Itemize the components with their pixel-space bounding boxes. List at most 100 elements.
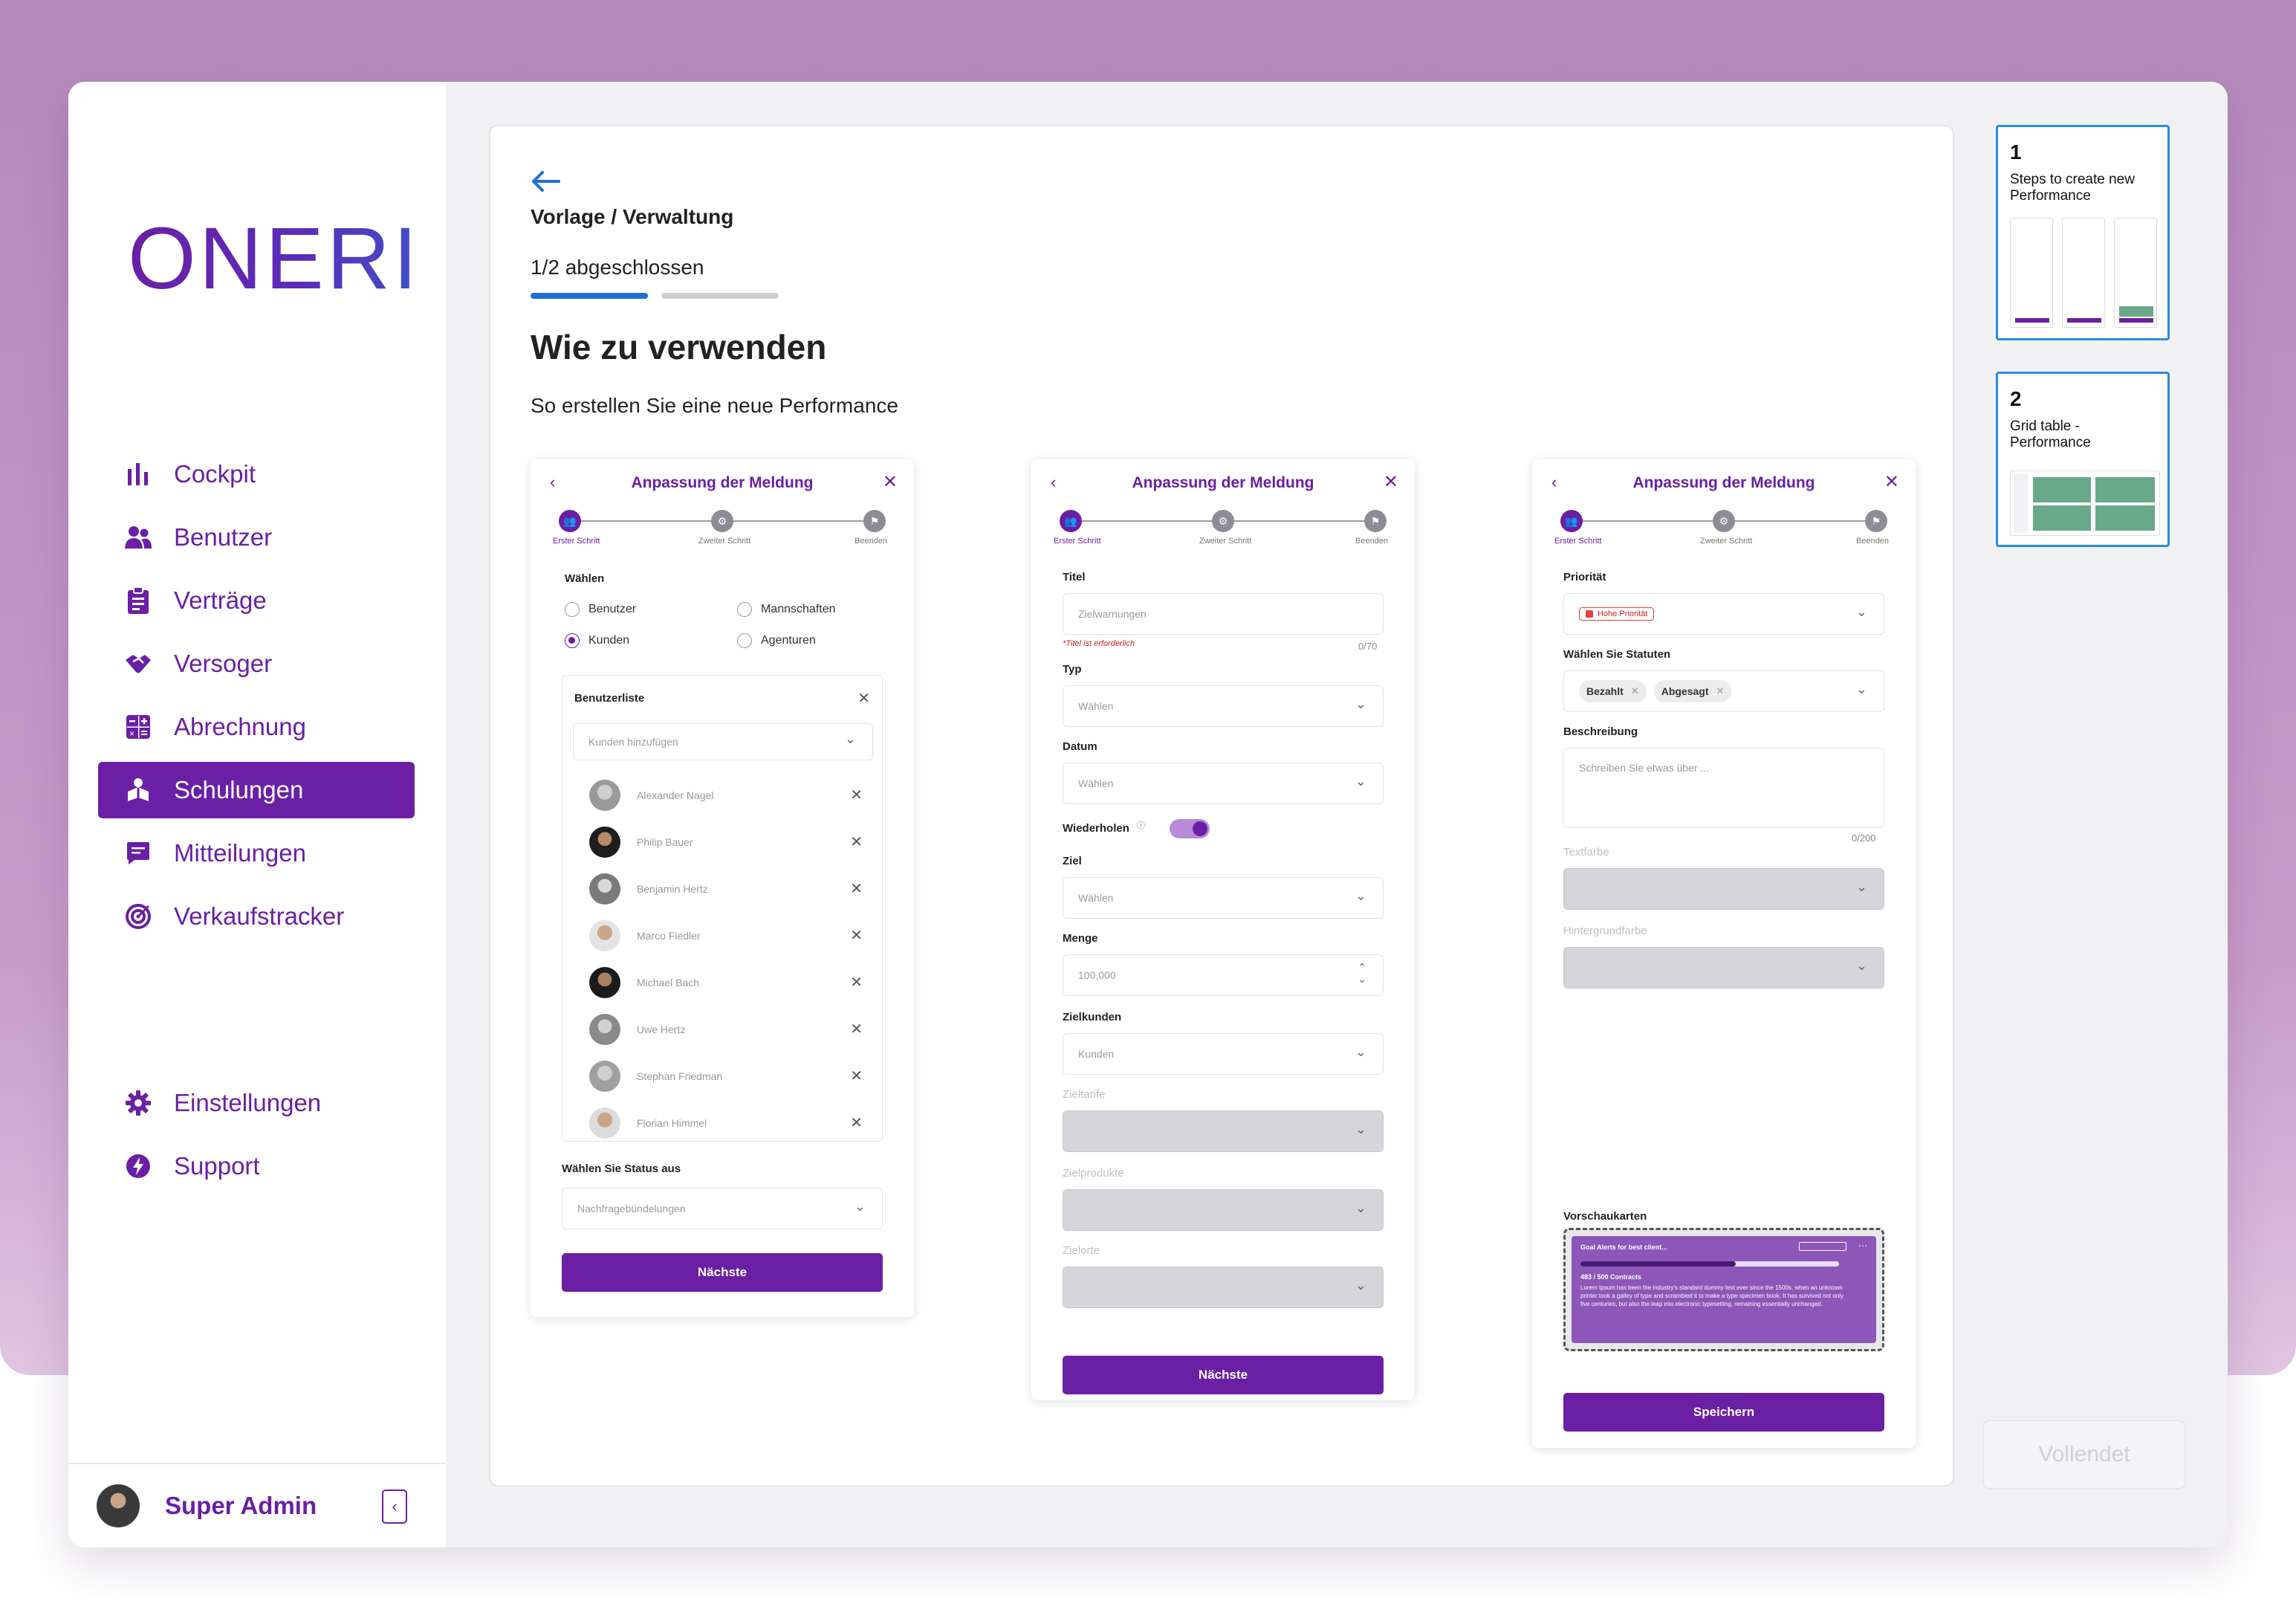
sidebar-item-versoger[interactable]: Versoger <box>98 635 415 692</box>
back-arrow-icon[interactable] <box>531 164 560 201</box>
sidebar-item-label: Support <box>174 1152 260 1180</box>
sidebar-item-label: Schulungen <box>174 776 304 803</box>
next-button[interactable]: Nächste <box>1063 1356 1384 1394</box>
sidebar-item-verkaufstracker[interactable]: Verkaufstracker <box>98 888 415 945</box>
step-thumbnail-2[interactable]: 2 Grid table - Performance <box>1996 372 2170 547</box>
sidebar-item-label: Abrechnung <box>174 713 306 740</box>
clipboard-icon <box>123 586 153 615</box>
radio-agenturen[interactable]: Agenturen <box>737 633 816 648</box>
complete-button[interactable]: Vollendet <box>1982 1420 2186 1490</box>
chevron-down-icon: ⌄ <box>1355 1278 1366 1293</box>
sidebar-item-label: Verträge <box>174 586 267 614</box>
sidebar-item-benutzer[interactable]: Benutzer <box>98 509 415 566</box>
chevron-down-icon: ⌄ <box>1355 1122 1366 1136</box>
repeat-label: Wiederholen <box>1063 822 1129 835</box>
avatar[interactable] <box>97 1484 140 1527</box>
chevron-down-icon: ⌄ <box>1855 604 1867 619</box>
list-item: Uwe Hertz ✕ <box>589 1014 863 1045</box>
status-multiselect[interactable]: Bezahlt ✕ Abgesagt ✕ ⌄ <box>1563 670 1884 712</box>
target-customers-select[interactable]: Kunden ⌄ <box>1063 1033 1384 1075</box>
step-label: Zweiter Schritt <box>1700 537 1753 546</box>
description-textarea[interactable]: Schreiben Sie etwas über ... <box>1563 748 1884 828</box>
title-error: *Titel ist erforderlich <box>1063 639 1135 648</box>
sidebar-item-einstellungen[interactable]: Einstellungen <box>98 1075 415 1131</box>
sidebar-item-label: Mitteilungen <box>174 839 306 867</box>
sidebar-item-vertraege[interactable]: Verträge <box>98 572 415 629</box>
example-form-step1-details: ‹ Anpassung der Meldung ✕ 👥 ⚙ ⚑ Erster S… <box>1031 459 1415 1400</box>
radio-kunden[interactable]: Kunden <box>565 633 629 648</box>
remove-icon[interactable]: ✕ <box>1631 685 1639 697</box>
close-icon[interactable]: ✕ <box>883 471 898 493</box>
sidebar-item-schulungen[interactable]: Schulungen <box>98 762 415 818</box>
svg-text:×: × <box>129 728 134 739</box>
priority-badge: Hohe Priorität <box>1579 607 1655 621</box>
status-select[interactable]: Nachfragebündelungen ⌄ <box>562 1188 883 1229</box>
sidebar-item-label: Einstellungen <box>174 1089 322 1116</box>
target-locations-label: Zielorte <box>1063 1244 1100 1257</box>
preview-label: Vorschaukarten <box>1563 1210 1647 1223</box>
chevron-down-icon: ⌄ <box>844 731 856 746</box>
remove-icon[interactable]: ✕ <box>850 973 863 992</box>
page-subtitle: So erstellen Sie eine neue Performance <box>531 394 898 417</box>
step-label: Erster Schritt <box>1054 537 1101 546</box>
amount-stepper[interactable]: 100,000 ⌃ ⌄ <box>1063 954 1384 996</box>
date-select[interactable]: Wählen ⌄ <box>1063 763 1384 804</box>
sidebar-item-mitteilungen[interactable]: Mitteilungen <box>98 825 415 882</box>
add-customer-select[interactable]: Kunden hinzufügen ⌄ <box>573 723 873 760</box>
target-locations-select: ⌄ <box>1063 1267 1384 1308</box>
stepper: 👥 ⚙ ⚑ Erster Schritt Zweiter Schritt Bee… <box>1054 510 1388 547</box>
radio-benutzer[interactable]: Benutzer <box>565 602 636 617</box>
remove-icon[interactable]: ✕ <box>850 1020 863 1038</box>
close-icon[interactable]: ✕ <box>1384 471 1398 493</box>
radio-mannschaften[interactable]: Mannschaften <box>737 602 836 617</box>
chevron-down-icon: ⌄ <box>1355 888 1366 903</box>
remove-icon[interactable]: ✕ <box>850 879 863 898</box>
sidebar-item-cockpit[interactable]: Cockpit <box>98 446 415 502</box>
sidebar-bottom-nav: Einstellungen Support <box>98 1075 415 1201</box>
remove-icon[interactable]: ✕ <box>850 1067 863 1085</box>
chevron-down-icon: ⌄ <box>1855 958 1867 973</box>
goal-select[interactable]: Wählen ⌄ <box>1063 877 1384 919</box>
stepper-arrows-icon: ⌃ ⌄ <box>1358 961 1366 985</box>
close-icon[interactable]: ✕ <box>857 689 870 708</box>
close-icon[interactable]: ✕ <box>1884 471 1899 493</box>
sidebar-item-abrechnung[interactable]: × Abrechnung <box>98 699 415 755</box>
remove-icon[interactable]: ✕ <box>850 832 863 851</box>
thumbnail-title: Steps to create new Performance <box>2010 172 2135 204</box>
users-icon <box>123 523 153 552</box>
type-select[interactable]: Wählen ⌄ <box>1063 685 1384 727</box>
step-users-icon: 👥 <box>1060 510 1082 532</box>
next-button[interactable]: Nächste <box>562 1253 883 1292</box>
remove-icon[interactable]: ✕ <box>850 1113 863 1132</box>
priority-select[interactable]: Hohe Priorität ⌄ <box>1563 593 1884 635</box>
step-users-icon: 👥 <box>1560 510 1583 532</box>
remove-icon[interactable]: ✕ <box>1716 685 1725 697</box>
save-button[interactable]: Speichern <box>1563 1393 1884 1432</box>
remove-icon[interactable]: ✕ <box>850 926 863 945</box>
progress-label: 1/2 abgeschlossen <box>531 256 704 279</box>
chevron-down-icon: ⌄ <box>1855 879 1867 894</box>
chevron-down-icon: ⌄ <box>1855 682 1867 696</box>
title-input[interactable]: Zielwarnungen <box>1063 593 1384 635</box>
collapse-sidebar-button[interactable]: ‹ <box>382 1490 407 1524</box>
step-users-icon: 👥 <box>559 510 581 532</box>
status-label: Wählen Sie Statuten <box>1563 648 1671 661</box>
mini-form-preview <box>2062 218 2105 328</box>
sidebar-item-label: Benutzer <box>174 523 273 551</box>
avatar <box>589 780 620 811</box>
handshake-icon <box>123 649 153 679</box>
avatar <box>589 920 620 951</box>
step-gear-icon: ⚙ <box>1713 510 1735 532</box>
repeat-toggle[interactable] <box>1170 819 1210 838</box>
target-tariffs-label: Zieltarife <box>1063 1088 1106 1101</box>
mini-form-preview <box>2114 218 2157 328</box>
sidebar-item-support[interactable]: Support <box>98 1138 415 1194</box>
remove-icon[interactable]: ✕ <box>850 786 863 804</box>
step-gear-icon: ⚙ <box>1212 510 1234 532</box>
user-name: Super Admin <box>165 1492 317 1519</box>
mini-form-preview <box>2010 218 2053 328</box>
step-thumbnail-1[interactable]: 1 Steps to create new Performance <box>1996 125 2170 340</box>
step-flag-icon: ⚑ <box>863 510 886 532</box>
app-window: ONERI Cockpit Benutzer Verträge Versoger… <box>68 82 2228 1547</box>
target-icon <box>123 902 153 931</box>
